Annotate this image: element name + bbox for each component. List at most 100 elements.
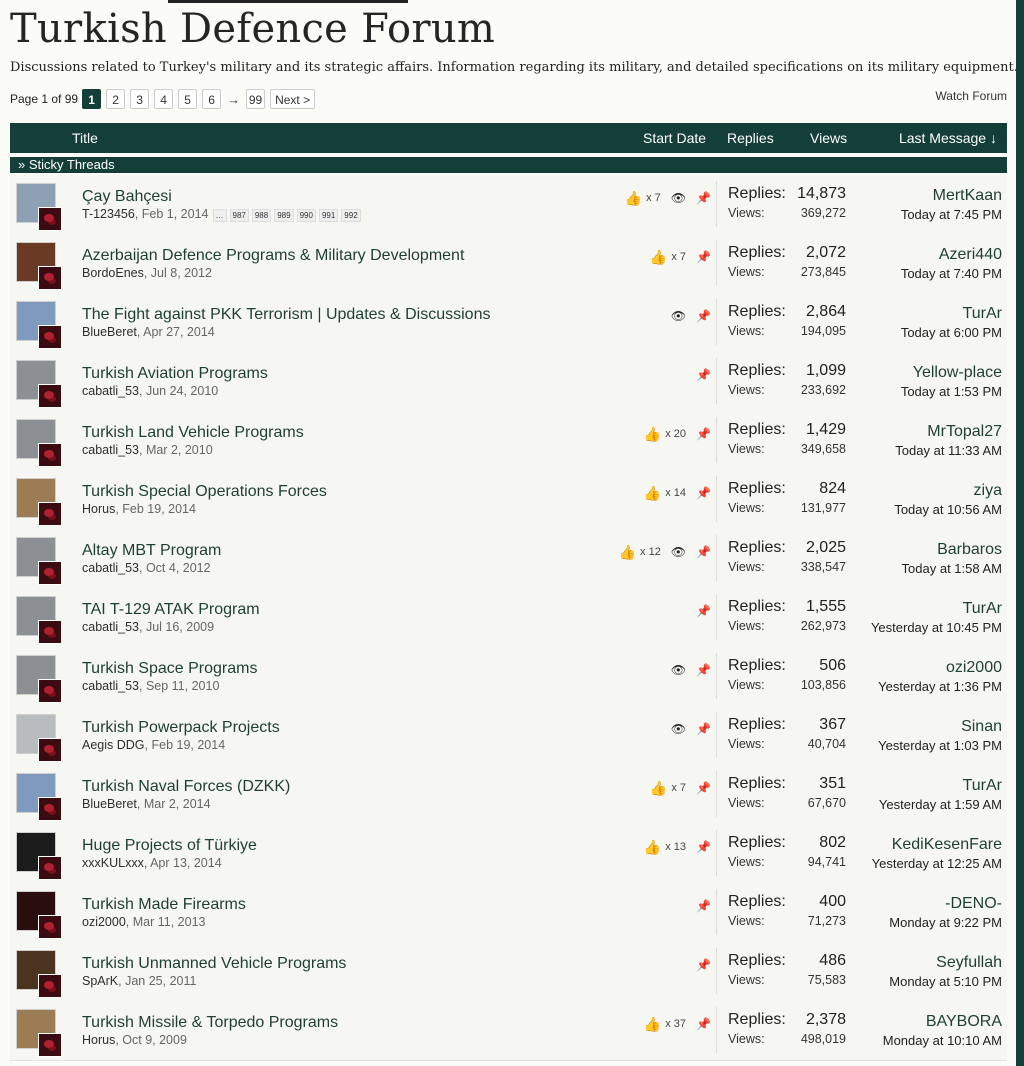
last-poster-avatar[interactable] (38, 443, 62, 467)
column-title[interactable]: Title (72, 130, 98, 146)
thread-title-link[interactable]: Turkish Aviation Programs (82, 365, 268, 383)
page-link[interactable]: 4 (154, 89, 174, 109)
last-poster-link[interactable]: TurAr (963, 777, 1002, 795)
thread-title-link[interactable]: Turkish Special Operations Forces (82, 483, 327, 501)
thread-author-link[interactable]: cabatli_53 (82, 384, 139, 398)
thread-author-link[interactable]: cabatli_53 (82, 443, 139, 457)
thread-title-link[interactable]: Turkish Made Firearms (82, 896, 246, 914)
last-poster-link[interactable]: TurAr (963, 305, 1002, 323)
last-poster-avatar[interactable] (38, 561, 62, 585)
thread-row[interactable]: Turkish Missile & Torpedo Programs Horus,… (10, 1001, 1007, 1061)
last-message-time[interactable]: Today at 1:58 AM (902, 561, 1002, 576)
thread-page-link[interactable]: 988 (251, 209, 272, 222)
column-replies[interactable]: Replies (727, 130, 774, 146)
thread-title-link[interactable]: Huge Projects of Türkiye (82, 837, 257, 855)
last-poster-avatar[interactable] (38, 266, 62, 290)
last-poster-avatar[interactable] (38, 1033, 62, 1057)
thread-author-link[interactable]: BlueBeret (82, 797, 137, 811)
last-message-time[interactable]: Yesterday at 1:36 PM (878, 679, 1002, 694)
thread-page-link[interactable]: 987 (229, 209, 249, 222)
last-message-time[interactable]: Monday at 9:22 PM (889, 915, 1002, 930)
column-last-message[interactable]: Last Message ↓ (899, 130, 997, 146)
last-poster-avatar[interactable] (38, 325, 62, 349)
thread-title-link[interactable]: Turkish Powerpack Projects (82, 719, 280, 737)
last-message-time[interactable]: Today at 10:56 AM (894, 502, 1002, 517)
thread-row[interactable]: Çay Bahçesi T-123456, Feb 1, 2014… 987 988 9… (10, 175, 1007, 235)
thread-row[interactable]: Altay MBT Program cabatli_53, Oct 4, 2012… (10, 529, 1007, 589)
last-message-time[interactable]: Monday at 10:10 AM (883, 1033, 1002, 1048)
thread-row[interactable]: Turkish Unmanned Vehicle Programs SpArK, … (10, 942, 1007, 1002)
thread-page-link[interactable]: 989 (274, 209, 294, 222)
thread-title-link[interactable]: Altay MBT Program (82, 542, 221, 560)
last-poster-link[interactable]: Azeri440 (939, 246, 1002, 264)
last-poster-link[interactable]: ziya (974, 482, 1002, 500)
thread-title-link[interactable]: Turkish Land Vehicle Programs (82, 424, 304, 442)
column-views[interactable]: Views (810, 130, 847, 146)
last-poster-avatar[interactable] (38, 856, 62, 880)
last-poster-link[interactable]: Seyfullah (936, 954, 1002, 972)
last-poster-avatar[interactable] (38, 502, 62, 526)
thread-title-link[interactable]: Çay Bahçesi (82, 188, 172, 206)
thread-row[interactable]: Huge Projects of Türkiye xxxKULxxx, Apr 1… (10, 824, 1007, 884)
column-start-date[interactable]: Start Date (643, 130, 706, 146)
thread-row[interactable]: Turkish Naval Forces (DZKK) BlueBeret, Ma… (10, 765, 1007, 825)
last-message-time[interactable]: Yesterday at 1:03 PM (878, 738, 1002, 753)
last-poster-link[interactable]: MrTopal27 (927, 423, 1002, 441)
last-message-time[interactable]: Today at 7:45 PM (901, 207, 1002, 222)
thread-title-link[interactable]: Turkish Missile & Torpedo Programs (82, 1014, 338, 1032)
last-poster-avatar[interactable] (38, 915, 62, 939)
thread-author-link[interactable]: BordoEnes (82, 266, 144, 280)
watch-forum-link[interactable]: Watch Forum (935, 89, 1007, 103)
thread-author-link[interactable]: xxxKULxxx (82, 856, 144, 870)
thread-row[interactable]: Turkish Aviation Programs cabatli_53, Jun… (10, 352, 1007, 412)
thread-row[interactable]: The Fight against PKK Terrorism | Update… (10, 293, 1007, 353)
thread-row[interactable]: TAI T-129 ATAK Program cabatli_53, Jul 16… (10, 588, 1007, 648)
last-message-time[interactable]: Today at 6:00 PM (901, 325, 1002, 340)
thread-row[interactable]: Turkish Special Operations Forces Horus, … (10, 470, 1007, 530)
thread-row[interactable]: Turkish Space Programs cabatli_53, Sep 11… (10, 647, 1007, 707)
thread-row[interactable]: Turkish Made Firearms ozi2000, Mar 11, 20… (10, 883, 1007, 943)
last-poster-link[interactable]: BAYBORA (926, 1013, 1002, 1031)
thread-author-link[interactable]: ozi2000 (82, 915, 126, 929)
thread-author-link[interactable]: cabatli_53 (82, 620, 139, 634)
thread-row[interactable]: Azerbaijan Defence Programs & Military D… (10, 234, 1007, 294)
last-message-time[interactable]: Monday at 5:10 PM (889, 974, 1002, 989)
thread-title-link[interactable]: Turkish Unmanned Vehicle Programs (82, 955, 346, 973)
last-poster-link[interactable]: Yellow-place (913, 364, 1002, 382)
page-link-current[interactable]: 1 (82, 89, 102, 109)
thread-author-link[interactable]: cabatli_53 (82, 679, 139, 693)
last-poster-avatar[interactable] (38, 797, 62, 821)
last-message-time[interactable]: Yesterday at 1:59 AM (879, 797, 1002, 812)
thread-author-link[interactable]: cabatli_53 (82, 561, 139, 575)
last-poster-link[interactable]: MertKaan (933, 187, 1002, 205)
last-poster-link[interactable]: Barbaros (937, 541, 1002, 559)
thread-page-link[interactable]: 990 (296, 209, 316, 222)
page-link[interactable]: 5 (178, 89, 198, 109)
thread-row[interactable]: Turkish Land Vehicle Programs cabatli_53,… (10, 411, 1007, 471)
last-poster-avatar[interactable] (38, 738, 62, 762)
last-message-time[interactable]: Yesterday at 10:45 PM (871, 620, 1002, 635)
thread-page-link[interactable]: … (212, 209, 227, 222)
last-message-time[interactable]: Today at 1:53 PM (901, 384, 1002, 399)
last-poster-link[interactable]: KediKesenFare (892, 836, 1002, 854)
thread-author-link[interactable]: Aegis DDG (82, 738, 145, 752)
thread-author-link[interactable]: Horus (82, 502, 115, 516)
last-poster-avatar[interactable] (38, 207, 62, 231)
thread-title-link[interactable]: Turkish Naval Forces (DZKK) (82, 778, 290, 796)
last-poster-avatar[interactable] (38, 620, 62, 644)
next-page-button[interactable]: Next > (270, 89, 316, 109)
page-link-last[interactable]: 99 (246, 89, 266, 109)
thread-author-link[interactable]: T-123456 (82, 207, 135, 221)
thread-title-link[interactable]: The Fight against PKK Terrorism | Update… (82, 306, 490, 324)
thread-author-link[interactable]: BlueBeret (82, 325, 137, 339)
thread-title-link[interactable]: TAI T-129 ATAK Program (82, 601, 260, 619)
last-message-time[interactable]: Yesterday at 12:25 AM (872, 856, 1002, 871)
last-poster-link[interactable]: Sinan (961, 718, 1002, 736)
last-poster-avatar[interactable] (38, 384, 62, 408)
page-link[interactable]: 6 (202, 89, 222, 109)
last-message-time[interactable]: Today at 11:33 AM (895, 443, 1002, 458)
last-poster-link[interactable]: -DENO- (945, 895, 1002, 913)
page-link[interactable]: 3 (130, 89, 150, 109)
thread-title-link[interactable]: Turkish Space Programs (82, 660, 257, 678)
page-link[interactable]: 2 (106, 89, 126, 109)
